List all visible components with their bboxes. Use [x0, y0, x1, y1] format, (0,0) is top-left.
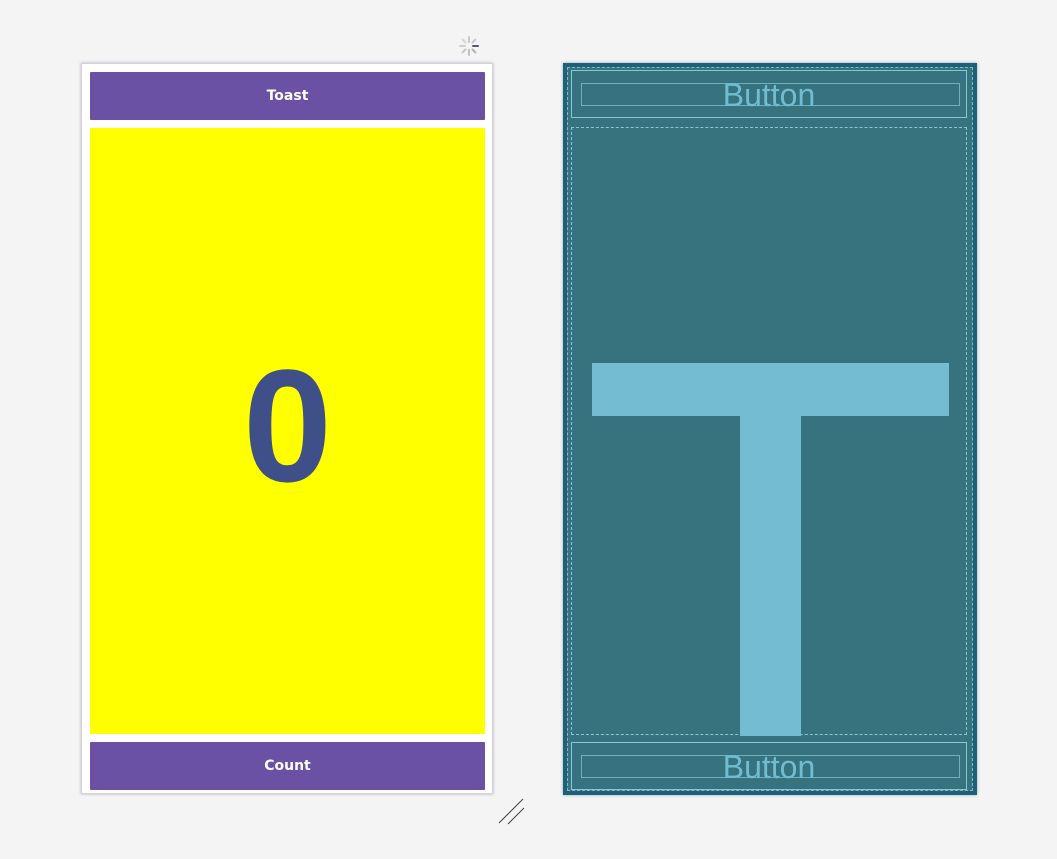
count-display[interactable]: 0 — [90, 128, 485, 734]
text-view-icon-stem — [740, 416, 801, 736]
blueprint-top-button[interactable]: Button — [571, 70, 967, 118]
text-view-icon-bar — [592, 363, 949, 416]
design-preview[interactable]: Toast 0 Count — [81, 63, 493, 794]
count-button[interactable]: Count — [90, 742, 485, 790]
blueprint-text-view[interactable] — [571, 127, 967, 736]
blueprint-bottom-button-label: Button — [722, 749, 816, 785]
count-value: 0 — [243, 336, 332, 515]
blueprint-top-button-label: Button — [722, 77, 816, 113]
blueprint-preview[interactable]: Button Button — [563, 63, 977, 795]
toast-button[interactable]: Toast — [90, 72, 485, 120]
loading-spinner-icon — [459, 36, 479, 56]
resize-handle-icon[interactable] — [496, 796, 526, 826]
blueprint-bottom-button[interactable]: Button — [571, 742, 967, 790]
